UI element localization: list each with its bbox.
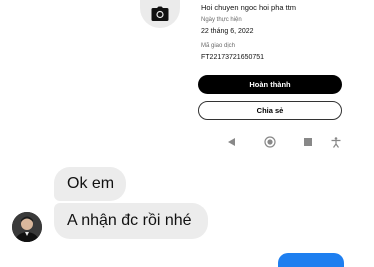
message-text: Ok em [67,175,115,192]
transaction-code-label: Mã giao dịch [201,43,236,49]
share-button[interactable]: Chia sẻ [198,101,342,120]
camera-icon [151,6,169,21]
outgoing-message-bubble[interactable] [278,253,344,267]
transaction-description: Hoi chuyen ngoc hoi pha ttm [201,3,297,12]
message-bubble[interactable]: A nhận đc rồi nhé [54,203,208,239]
date-label: Ngày thực hiện [201,17,242,23]
recents-icon[interactable] [302,136,314,148]
transaction-code-value: FT22173721650751 [201,54,265,61]
message-text: A nhận đc rồi nhé [67,212,192,229]
avatar[interactable] [12,212,42,242]
camera-button[interactable] [140,0,180,28]
home-icon[interactable] [263,136,277,148]
back-icon[interactable] [226,136,238,148]
accessibility-icon[interactable] [330,136,342,148]
date-value: 22 tháng 6, 2022 [201,28,254,35]
message-bubble[interactable]: Ok em [54,167,126,201]
done-button[interactable]: Hoàn thành [198,75,342,94]
